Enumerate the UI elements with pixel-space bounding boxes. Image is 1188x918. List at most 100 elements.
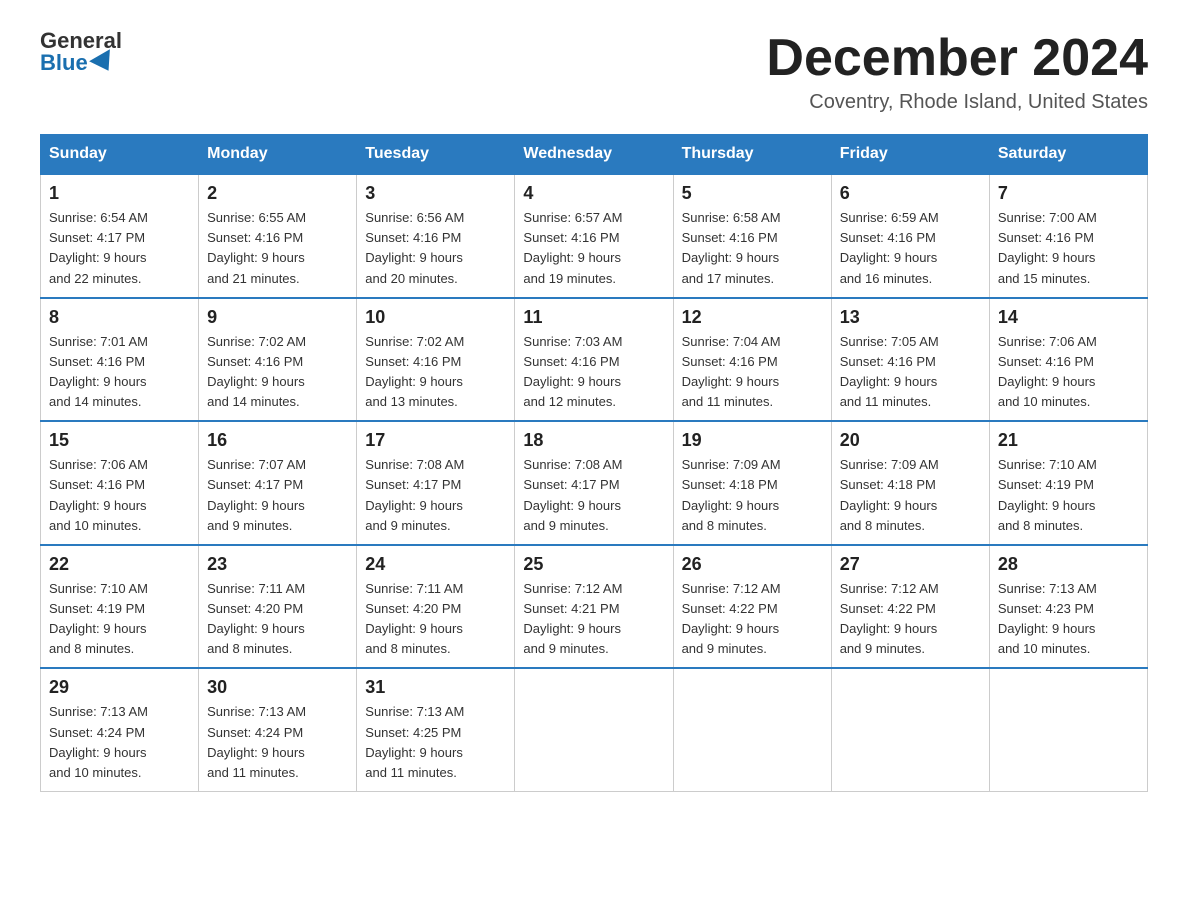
sunrise-label: Sunrise: 7:08 AM <box>523 457 622 472</box>
day-number: 6 <box>840 183 981 204</box>
sunrise-label: Sunrise: 6:58 AM <box>682 210 781 225</box>
daylight-minutes: and 11 minutes. <box>682 394 774 409</box>
daylight-minutes: and 14 minutes. <box>207 394 300 409</box>
day-number: 13 <box>840 307 981 328</box>
sunrise-label: Sunrise: 7:07 AM <box>207 457 306 472</box>
daylight-minutes: and 10 minutes. <box>998 394 1091 409</box>
daylight-label: Daylight: 9 hours <box>365 621 463 636</box>
sunset-label: Sunset: 4:16 PM <box>523 354 619 369</box>
calendar-cell: 2 Sunrise: 6:55 AM Sunset: 4:16 PM Dayli… <box>199 174 357 298</box>
daylight-label: Daylight: 9 hours <box>365 745 463 760</box>
sunrise-label: Sunrise: 7:08 AM <box>365 457 464 472</box>
day-info: Sunrise: 7:10 AM Sunset: 4:19 PM Dayligh… <box>49 579 190 660</box>
sunrise-label: Sunrise: 7:12 AM <box>523 581 622 596</box>
daylight-minutes: and 8 minutes. <box>840 518 925 533</box>
calendar-cell: 3 Sunrise: 6:56 AM Sunset: 4:16 PM Dayli… <box>357 174 515 298</box>
calendar-cell: 5 Sunrise: 6:58 AM Sunset: 4:16 PM Dayli… <box>673 174 831 298</box>
sunset-label: Sunset: 4:24 PM <box>49 725 145 740</box>
calendar-cell: 30 Sunrise: 7:13 AM Sunset: 4:24 PM Dayl… <box>199 668 357 791</box>
sunset-label: Sunset: 4:16 PM <box>523 230 619 245</box>
calendar-cell: 24 Sunrise: 7:11 AM Sunset: 4:20 PM Dayl… <box>357 545 515 669</box>
day-number: 27 <box>840 554 981 575</box>
calendar-cell <box>989 668 1147 791</box>
day-info: Sunrise: 6:59 AM Sunset: 4:16 PM Dayligh… <box>840 208 981 289</box>
day-number: 3 <box>365 183 506 204</box>
sunrise-label: Sunrise: 7:13 AM <box>365 704 464 719</box>
daylight-label: Daylight: 9 hours <box>682 621 780 636</box>
day-info: Sunrise: 6:55 AM Sunset: 4:16 PM Dayligh… <box>207 208 348 289</box>
daylight-minutes: and 10 minutes. <box>998 641 1091 656</box>
logo: General Blue <box>40 30 122 74</box>
sunset-label: Sunset: 4:16 PM <box>998 354 1094 369</box>
daylight-label: Daylight: 9 hours <box>49 745 147 760</box>
day-info: Sunrise: 7:08 AM Sunset: 4:17 PM Dayligh… <box>523 455 664 536</box>
daylight-label: Daylight: 9 hours <box>365 250 463 265</box>
day-info: Sunrise: 7:09 AM Sunset: 4:18 PM Dayligh… <box>682 455 823 536</box>
sunset-label: Sunset: 4:16 PM <box>998 230 1094 245</box>
day-number: 4 <box>523 183 664 204</box>
day-number: 18 <box>523 430 664 451</box>
day-header-saturday: Saturday <box>989 135 1147 175</box>
daylight-minutes: and 10 minutes. <box>49 765 142 780</box>
day-header-sunday: Sunday <box>41 135 199 175</box>
sunset-label: Sunset: 4:18 PM <box>682 477 778 492</box>
day-number: 1 <box>49 183 190 204</box>
sunrise-label: Sunrise: 6:54 AM <box>49 210 148 225</box>
sunset-label: Sunset: 4:25 PM <box>365 725 461 740</box>
sunset-label: Sunset: 4:19 PM <box>49 601 145 616</box>
daylight-minutes: and 9 minutes. <box>682 641 767 656</box>
sunrise-label: Sunrise: 7:12 AM <box>840 581 939 596</box>
sunrise-label: Sunrise: 6:57 AM <box>523 210 622 225</box>
day-number: 8 <box>49 307 190 328</box>
daylight-minutes: and 9 minutes. <box>207 518 292 533</box>
day-number: 11 <box>523 307 664 328</box>
day-number: 2 <box>207 183 348 204</box>
calendar-cell: 22 Sunrise: 7:10 AM Sunset: 4:19 PM Dayl… <box>41 545 199 669</box>
day-number: 20 <box>840 430 981 451</box>
sunrise-label: Sunrise: 7:09 AM <box>840 457 939 472</box>
daylight-minutes: and 17 minutes. <box>682 271 775 286</box>
sunrise-label: Sunrise: 7:13 AM <box>207 704 306 719</box>
sunrise-label: Sunrise: 7:02 AM <box>365 334 464 349</box>
daylight-label: Daylight: 9 hours <box>523 498 621 513</box>
sunrise-label: Sunrise: 7:12 AM <box>682 581 781 596</box>
daylight-minutes: and 20 minutes. <box>365 271 458 286</box>
day-number: 12 <box>682 307 823 328</box>
day-info: Sunrise: 7:02 AM Sunset: 4:16 PM Dayligh… <box>365 332 506 413</box>
sunset-label: Sunset: 4:20 PM <box>365 601 461 616</box>
logo-blue-text: Blue <box>40 52 116 74</box>
sunrise-label: Sunrise: 7:06 AM <box>49 457 148 472</box>
daylight-label: Daylight: 9 hours <box>365 498 463 513</box>
month-title: December 2024 <box>766 30 1148 87</box>
day-number: 29 <box>49 677 190 698</box>
day-info: Sunrise: 7:00 AM Sunset: 4:16 PM Dayligh… <box>998 208 1139 289</box>
day-number: 31 <box>365 677 506 698</box>
sunset-label: Sunset: 4:18 PM <box>840 477 936 492</box>
sunset-label: Sunset: 4:16 PM <box>840 230 936 245</box>
daylight-minutes: and 22 minutes. <box>49 271 142 286</box>
daylight-label: Daylight: 9 hours <box>523 374 621 389</box>
calendar-cell: 19 Sunrise: 7:09 AM Sunset: 4:18 PM Dayl… <box>673 421 831 545</box>
day-info: Sunrise: 7:01 AM Sunset: 4:16 PM Dayligh… <box>49 332 190 413</box>
daylight-label: Daylight: 9 hours <box>523 250 621 265</box>
day-info: Sunrise: 7:06 AM Sunset: 4:16 PM Dayligh… <box>998 332 1139 413</box>
day-number: 23 <box>207 554 348 575</box>
calendar-cell <box>515 668 673 791</box>
daylight-minutes: and 16 minutes. <box>840 271 933 286</box>
day-info: Sunrise: 7:13 AM Sunset: 4:24 PM Dayligh… <box>207 702 348 783</box>
daylight-label: Daylight: 9 hours <box>207 621 305 636</box>
daylight-minutes: and 8 minutes. <box>682 518 767 533</box>
week-row-4: 22 Sunrise: 7:10 AM Sunset: 4:19 PM Dayl… <box>41 545 1148 669</box>
daylight-label: Daylight: 9 hours <box>998 374 1096 389</box>
calendar-cell: 20 Sunrise: 7:09 AM Sunset: 4:18 PM Dayl… <box>831 421 989 545</box>
sunset-label: Sunset: 4:16 PM <box>682 230 778 245</box>
calendar-cell: 12 Sunrise: 7:04 AM Sunset: 4:16 PM Dayl… <box>673 298 831 422</box>
calendar-cell <box>673 668 831 791</box>
day-info: Sunrise: 7:05 AM Sunset: 4:16 PM Dayligh… <box>840 332 981 413</box>
daylight-minutes: and 9 minutes. <box>840 641 925 656</box>
calendar-cell: 6 Sunrise: 6:59 AM Sunset: 4:16 PM Dayli… <box>831 174 989 298</box>
sunset-label: Sunset: 4:17 PM <box>49 230 145 245</box>
calendar-cell: 13 Sunrise: 7:05 AM Sunset: 4:16 PM Dayl… <box>831 298 989 422</box>
day-number: 15 <box>49 430 190 451</box>
day-info: Sunrise: 7:08 AM Sunset: 4:17 PM Dayligh… <box>365 455 506 536</box>
